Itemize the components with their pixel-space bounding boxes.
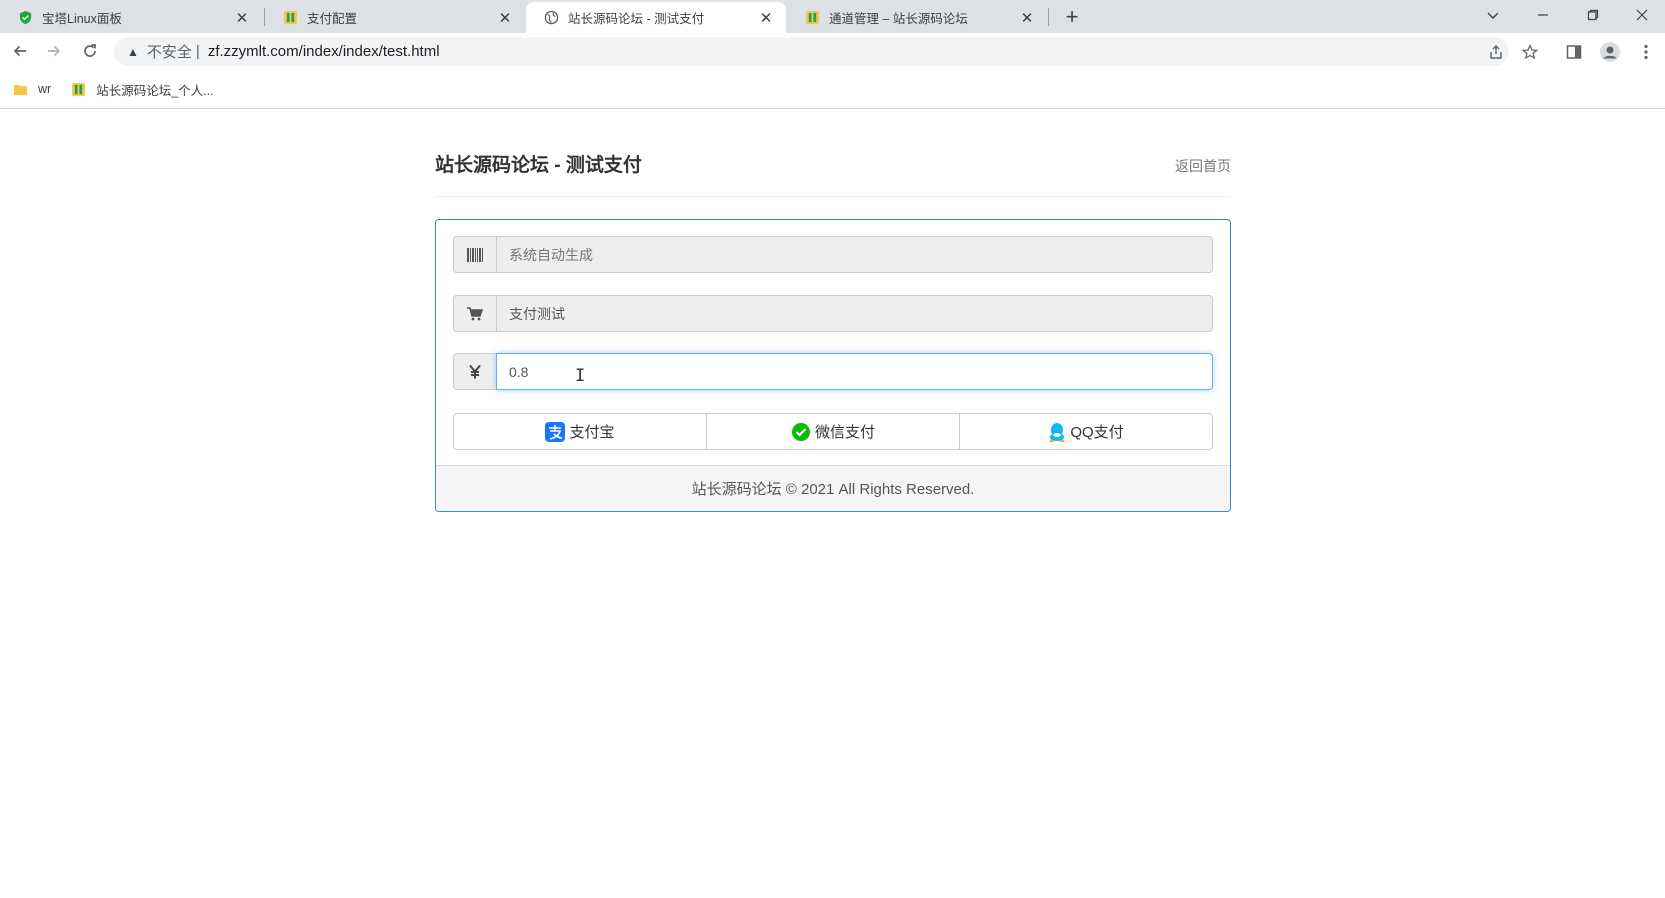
close-icon[interactable]: ✕ bbox=[234, 10, 250, 27]
copyright-text: 站长源码论坛 © 2021 All Rights Reserved. bbox=[691, 481, 975, 498]
site-favicon bbox=[72, 82, 86, 96]
menu-button[interactable] bbox=[1632, 38, 1660, 66]
browser-toolbar: ▲ 不安全 | zf.zzymlt.com/index/index/test.h… bbox=[0, 33, 1665, 70]
amount-field bbox=[453, 353, 1213, 390]
alipay-icon bbox=[545, 421, 566, 442]
qq-penguin-icon bbox=[1048, 422, 1066, 442]
tab-title: 宝塔Linux面板 bbox=[42, 12, 122, 26]
page-header: 站长源码论坛 - 测试支付 返回首页 bbox=[435, 150, 1231, 197]
reload-icon bbox=[84, 44, 96, 57]
restore-icon bbox=[1587, 9, 1599, 21]
address-separator: | bbox=[195, 43, 200, 60]
close-icon[interactable]: ✕ bbox=[497, 10, 513, 27]
tab-divider bbox=[1048, 8, 1049, 26]
share-icon bbox=[1490, 45, 1502, 59]
security-label: 不安全 bbox=[146, 44, 192, 61]
arrow-right-icon bbox=[48, 45, 61, 57]
wechat-pay-button[interactable]: 微信支付 bbox=[706, 413, 960, 450]
reload-button[interactable] bbox=[76, 37, 104, 65]
qq-pay-button[interactable]: QQ支付 bbox=[959, 413, 1213, 450]
order-number-field bbox=[453, 236, 1213, 273]
page-title: 站长源码论坛 - 测试支付 bbox=[435, 155, 642, 176]
site-favicon bbox=[283, 10, 298, 25]
barcode-icon bbox=[453, 236, 496, 273]
kebab-menu-icon bbox=[1644, 44, 1648, 60]
new-tab-button[interactable]: + bbox=[1058, 3, 1086, 31]
payment-panel: 支付宝 微信支付 QQ支付 站长源码论坛 © 2021 All Rights R… bbox=[435, 219, 1231, 512]
tab-bt-panel[interactable]: 宝塔Linux面板 ✕ bbox=[0, 2, 262, 33]
tab-channel-manage[interactable]: 通道管理 – 站长源码论坛 ✕ bbox=[787, 2, 1047, 33]
bookmark-star-button[interactable] bbox=[1521, 43, 1539, 61]
forward-button[interactable] bbox=[40, 37, 68, 65]
wechat-pay-icon bbox=[791, 422, 811, 442]
close-icon[interactable]: ✕ bbox=[758, 10, 774, 27]
bookmark-forum[interactable]: 站长源码论坛_个人... bbox=[71, 80, 214, 99]
bookmark-label: 站长源码论坛_个人... bbox=[96, 83, 214, 98]
order-number-input[interactable] bbox=[496, 236, 1213, 273]
star-icon bbox=[1522, 44, 1538, 60]
bt-shield-icon bbox=[19, 10, 32, 25]
close-icon bbox=[1636, 9, 1648, 21]
alipay-button[interactable]: 支付宝 bbox=[453, 413, 707, 450]
folder-icon bbox=[13, 84, 28, 95]
text-cursor-icon: I bbox=[575, 366, 586, 386]
tab-title: 站长源码论坛 - 测试支付 bbox=[568, 12, 705, 26]
tab-pay-config[interactable]: 支付配置 ✕ bbox=[265, 2, 525, 33]
side-panel-icon bbox=[1566, 45, 1582, 59]
minimize-button[interactable] bbox=[1520, 0, 1566, 30]
side-panel-button[interactable] bbox=[1560, 38, 1588, 66]
wechat-pay-label: 微信支付 bbox=[814, 424, 875, 441]
close-icon[interactable]: ✕ bbox=[1019, 10, 1035, 27]
url-text[interactable]: zf.zzymlt.com/index/index/test.html bbox=[208, 43, 440, 60]
home-link[interactable]: 返回首页 bbox=[1175, 156, 1231, 176]
tab-search-button[interactable] bbox=[1470, 0, 1516, 30]
tab-title: 支付配置 bbox=[307, 12, 358, 26]
tab-bar: 宝塔Linux面板 ✕ 支付配置 ✕ 站长源码论坛 - 测试支付 ✕ 通道管理 … bbox=[0, 0, 1665, 33]
minimize-icon bbox=[1538, 14, 1548, 16]
shopping-cart-icon bbox=[453, 295, 496, 332]
arrow-left-icon bbox=[13, 45, 26, 57]
avatar-icon bbox=[1600, 42, 1620, 62]
back-button[interactable] bbox=[6, 37, 34, 65]
profile-button[interactable] bbox=[1596, 38, 1624, 66]
chevron-down-icon bbox=[1487, 12, 1499, 19]
panel-footer: 站长源码论坛 © 2021 All Rights Reserved. bbox=[436, 465, 1230, 511]
bookmarks-bar: wr 站长源码论坛_个人... bbox=[0, 70, 1665, 109]
share-button[interactable] bbox=[1487, 43, 1505, 61]
restore-button[interactable] bbox=[1570, 0, 1616, 30]
tab-test-pay[interactable]: 站长源码论坛 - 测试支付 ✕ bbox=[526, 2, 786, 33]
amount-input[interactable] bbox=[496, 353, 1213, 390]
payment-method-buttons: 支付宝 微信支付 QQ支付 bbox=[453, 413, 1213, 450]
warning-triangle-icon: ▲ bbox=[127, 44, 139, 59]
qq-pay-label: QQ支付 bbox=[1070, 424, 1124, 441]
product-name-field bbox=[453, 295, 1213, 332]
product-name-input[interactable] bbox=[496, 295, 1213, 332]
close-window-button[interactable] bbox=[1619, 0, 1665, 30]
site-favicon bbox=[805, 10, 820, 25]
address-bar[interactable]: ▲ 不安全 | zf.zzymlt.com/index/index/test.h… bbox=[114, 37, 1509, 66]
yen-icon bbox=[453, 353, 496, 390]
alipay-label: 支付宝 bbox=[569, 424, 615, 441]
globe-icon bbox=[544, 10, 559, 25]
bookmark-folder-wr[interactable]: wr bbox=[13, 82, 51, 97]
bookmark-label: wr bbox=[38, 82, 52, 96]
tab-title: 通道管理 – 站长源码论坛 bbox=[829, 12, 968, 26]
